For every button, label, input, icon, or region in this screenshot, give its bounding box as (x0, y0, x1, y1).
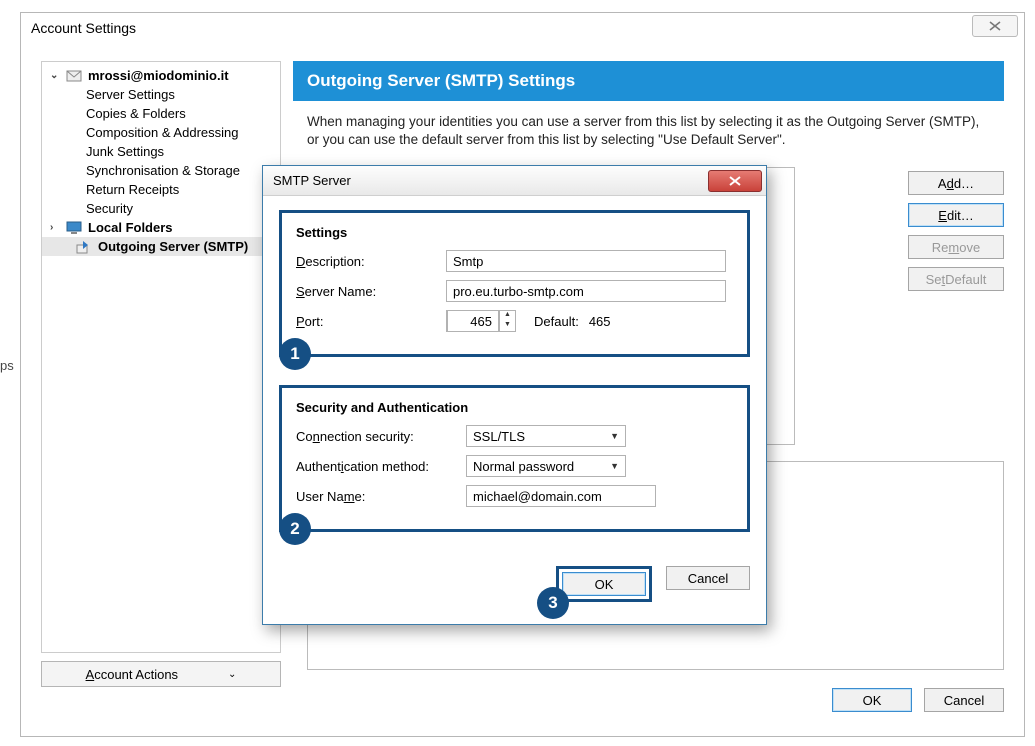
security-group-title: Security and Authentication (296, 400, 733, 415)
auth-method-select[interactable]: Normal password▼ (466, 455, 626, 477)
dialog-title: SMTP Server (273, 173, 351, 188)
window-close-button[interactable] (972, 15, 1018, 37)
parent-ok-button[interactable]: OK (832, 688, 912, 712)
account-actions-button[interactable]: Account Actions ⌄ (41, 661, 281, 687)
tree-item-composition[interactable]: Composition & Addressing (42, 123, 280, 142)
tree-account-root[interactable]: ⌄ mrossi@miodominio.it (42, 66, 280, 85)
port-input[interactable] (447, 310, 499, 332)
tree-item-server-settings[interactable]: Server Settings (42, 85, 280, 104)
settings-group: Settings Description: Server Name: Port:… (279, 210, 750, 357)
chevron-down-icon: ⌄ (50, 70, 60, 81)
tree-item-return-receipts[interactable]: Return Receipts (42, 180, 280, 199)
parent-cancel-button[interactable]: Cancel (924, 688, 1004, 712)
tree-account-label: mrossi@miodominio.it (88, 68, 229, 83)
settings-group-title: Settings (296, 225, 733, 240)
step-badge-1: 1 (279, 338, 311, 370)
ok-button-focus-frame: OK 3 (556, 566, 652, 602)
close-icon (726, 175, 744, 187)
add-button[interactable]: Add… (908, 171, 1004, 195)
tree-item-security[interactable]: Security (42, 199, 280, 218)
accounts-tree[interactable]: ⌄ mrossi@miodominio.it Server Settings C… (41, 61, 281, 653)
port-label: Port: (296, 314, 446, 329)
server-name-input[interactable] (446, 280, 726, 302)
window-title: Account Settings (31, 20, 136, 36)
dialog-ok-button[interactable]: OK (562, 572, 646, 596)
pane-header: Outgoing Server (SMTP) Settings (293, 61, 1004, 101)
description-input[interactable] (446, 250, 726, 272)
port-default-label: Default: (534, 314, 579, 329)
tree-local-folders[interactable]: › Local Folders (42, 218, 280, 237)
dialog-close-button[interactable] (708, 170, 762, 192)
dialog-titlebar: SMTP Server (263, 166, 766, 196)
port-step-up[interactable]: ▲ (500, 311, 515, 321)
connection-security-select[interactable]: SSL/TLS▼ (466, 425, 626, 447)
auth-method-label: Authentication method: (296, 459, 466, 474)
server-name-label: Server Name: (296, 284, 446, 299)
outgoing-server-icon (76, 240, 92, 254)
security-group: Security and Authentication Connection s… (279, 385, 750, 532)
monitor-icon (66, 221, 82, 235)
chevron-down-icon: ⌄ (228, 669, 236, 680)
cropped-text-fragment: ps (0, 358, 15, 386)
tree-item-copies-folders[interactable]: Copies & Folders (42, 104, 280, 123)
tree-item-junk[interactable]: Junk Settings (42, 142, 280, 161)
close-icon (987, 20, 1003, 32)
dropdown-triangle-icon: ▼ (610, 431, 619, 441)
pane-info-text: When managing your identities you can us… (293, 101, 1004, 157)
dialog-cancel-button[interactable]: Cancel (666, 566, 750, 590)
step-badge-2: 2 (279, 513, 311, 545)
dropdown-triangle-icon: ▼ (610, 461, 619, 471)
window-titlebar: Account Settings (21, 13, 1024, 43)
step-badge-3: 3 (537, 587, 569, 619)
description-label: Description: (296, 254, 446, 269)
edit-button[interactable]: Edit… (908, 203, 1004, 227)
user-name-label: User Name: (296, 489, 466, 504)
connection-security-label: Connection security: (296, 429, 466, 444)
tree-outgoing-smtp[interactable]: Outgoing Server (SMTP) (42, 237, 280, 256)
chevron-right-icon: › (50, 222, 60, 233)
port-step-down[interactable]: ▼ (500, 321, 515, 331)
port-default-value: 465 (589, 314, 611, 329)
mail-icon (66, 69, 82, 83)
smtp-server-dialog: SMTP Server Settings Description: Server… (262, 165, 767, 625)
account-actions-label: Account Actions (86, 667, 179, 682)
remove-button[interactable]: Remove (908, 235, 1004, 259)
tree-outgoing-label: Outgoing Server (SMTP) (98, 239, 248, 254)
set-default-button[interactable]: Set Default (908, 267, 1004, 291)
tree-local-folders-label: Local Folders (88, 220, 173, 235)
port-spinner[interactable]: ▲▼ (446, 310, 516, 332)
user-name-input[interactable] (466, 485, 656, 507)
tree-item-sync-storage[interactable]: Synchronisation & Storage (42, 161, 280, 180)
